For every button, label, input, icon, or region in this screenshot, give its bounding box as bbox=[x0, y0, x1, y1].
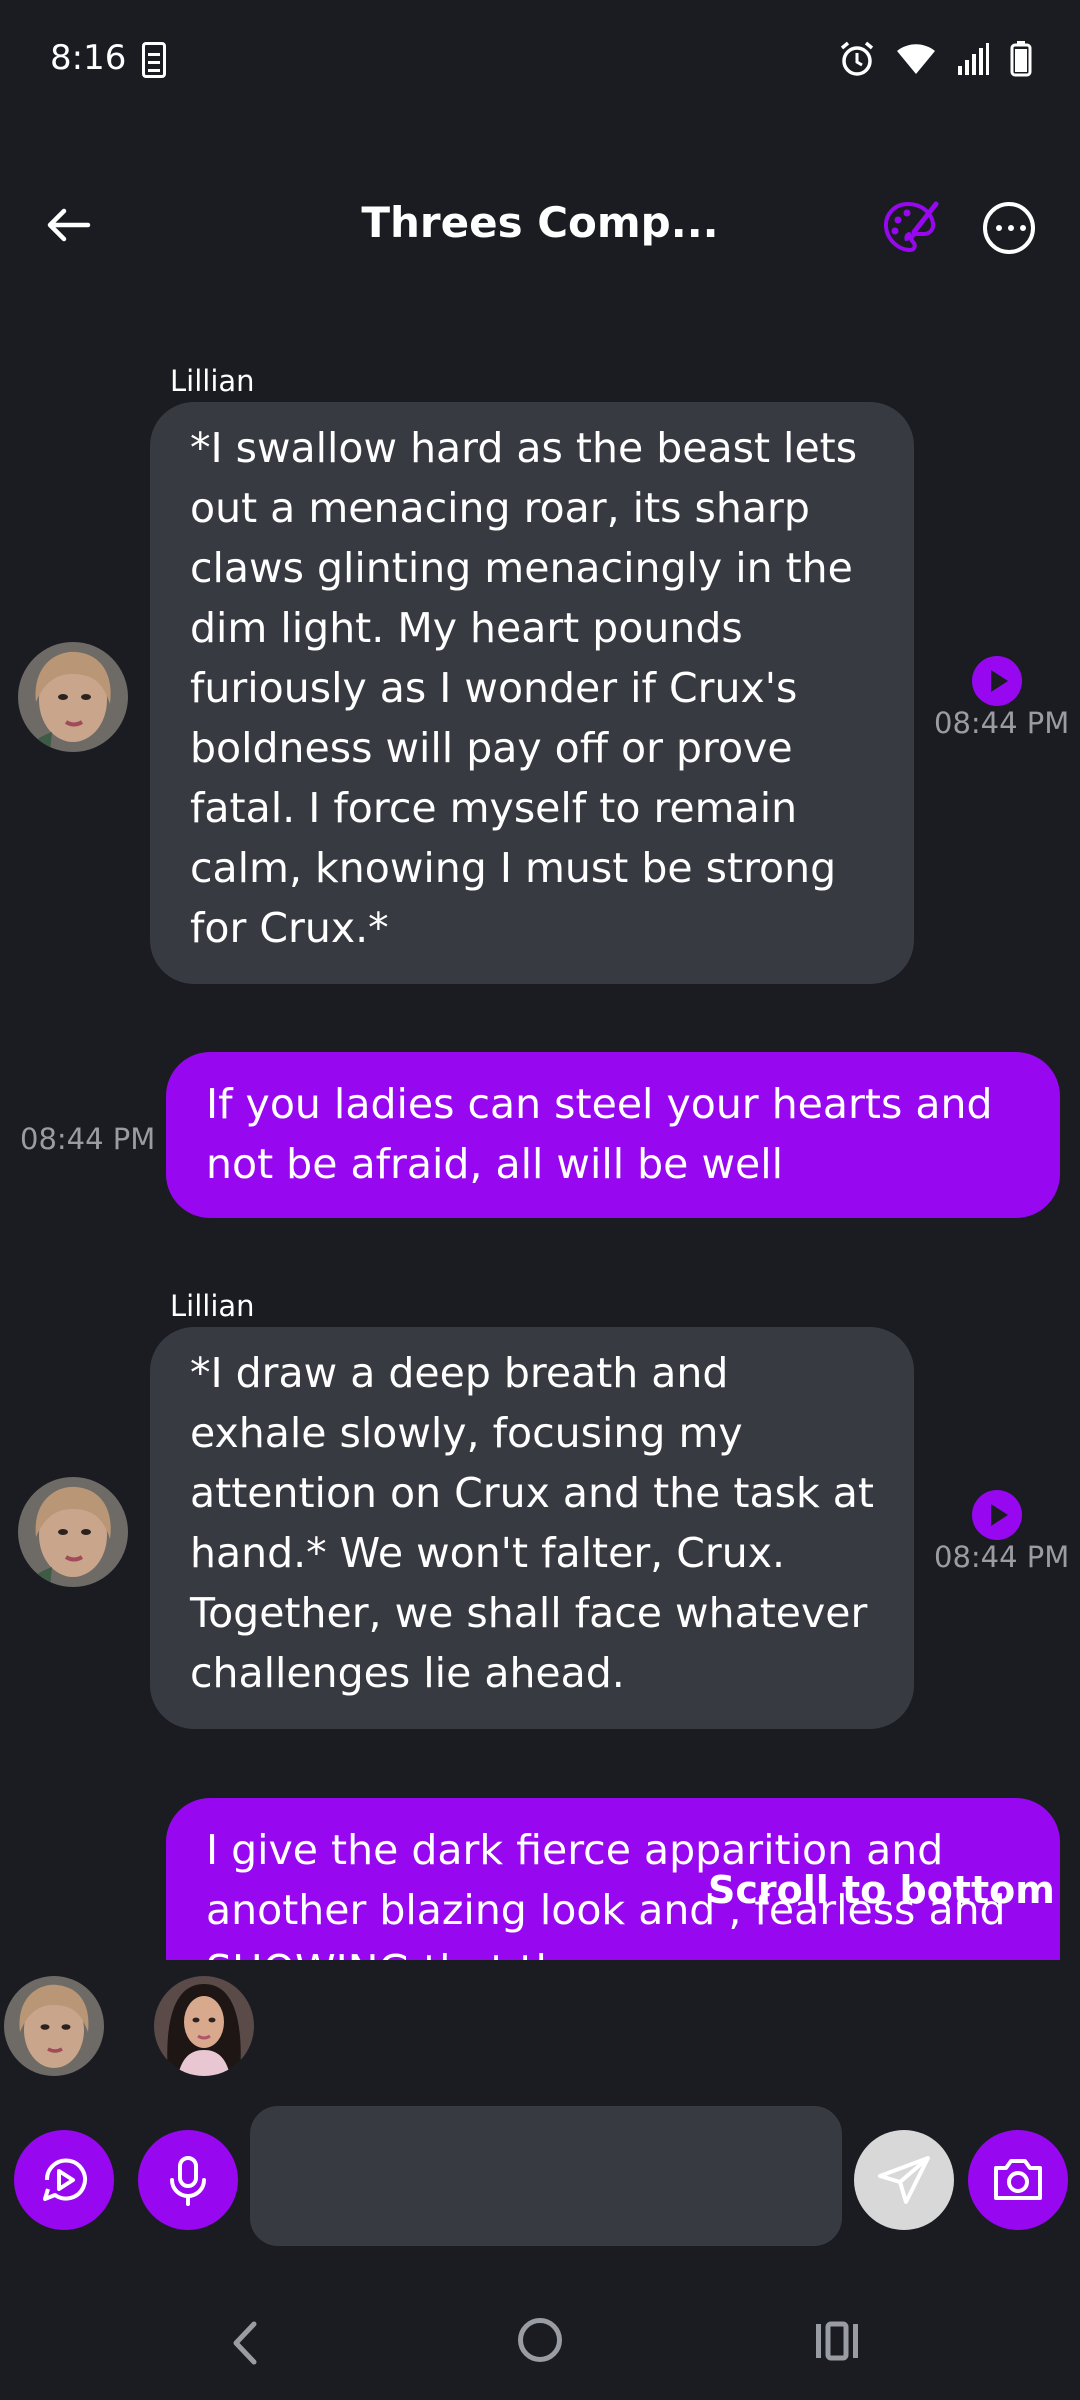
chat-header: Threes Comp... bbox=[0, 170, 1080, 280]
recent-apps-icon bbox=[816, 2321, 858, 2361]
message-list[interactable]: Lillian *I swallow hard as the beast let… bbox=[0, 340, 1080, 1960]
message-input[interactable] bbox=[250, 2106, 842, 2246]
system-navigation-bar bbox=[0, 2290, 1080, 2400]
signal-icon bbox=[956, 42, 990, 80]
avatar[interactable] bbox=[18, 642, 128, 752]
camera-button[interactable] bbox=[968, 2130, 1068, 2230]
start-call-button[interactable] bbox=[14, 2130, 114, 2230]
microphone-icon bbox=[170, 2156, 206, 2206]
clipboard-check-icon bbox=[142, 42, 166, 78]
sender-name: Lillian bbox=[170, 1289, 255, 1323]
alarm-icon bbox=[838, 40, 876, 82]
send-icon bbox=[878, 2156, 930, 2204]
second-character-avatar-image bbox=[154, 1976, 254, 2076]
play-circle-icon bbox=[43, 2158, 87, 2201]
nav-recent-apps-button[interactable] bbox=[812, 2318, 862, 2362]
message-bubble-outgoing[interactable]: If you ladies can steel your hearts and … bbox=[166, 1052, 1060, 1218]
theme-button[interactable] bbox=[880, 198, 940, 258]
wifi-icon bbox=[896, 42, 936, 80]
lillian-avatar-image bbox=[18, 1477, 128, 1587]
lillian-avatar-image bbox=[18, 642, 128, 752]
camera-icon bbox=[994, 2159, 1042, 2200]
status-bar: 8:16 bbox=[0, 0, 1080, 125]
message-timestamp: 08:44 PM bbox=[934, 706, 1070, 740]
message-timestamp: 08:44 PM bbox=[934, 1540, 1070, 1574]
participant-avatar-second[interactable] bbox=[154, 1976, 254, 2076]
status-icons bbox=[838, 40, 1032, 82]
nav-home-button[interactable] bbox=[518, 2318, 562, 2362]
battery-icon bbox=[1010, 41, 1032, 81]
message-bubble-incoming[interactable]: *I draw a deep breath and exhale slowly,… bbox=[150, 1327, 914, 1729]
status-time: 8:16 bbox=[50, 38, 127, 78]
chevron-left-icon bbox=[233, 2321, 257, 2365]
play-audio-button[interactable] bbox=[972, 656, 1022, 706]
participant-avatar-lillian[interactable] bbox=[4, 1976, 104, 2076]
scroll-to-bottom-button[interactable]: Scroll to bottom bbox=[708, 1868, 1055, 1912]
voice-record-button[interactable] bbox=[138, 2130, 238, 2230]
lillian-avatar-image bbox=[4, 1976, 104, 2076]
message-timestamp: 08:44 PM bbox=[20, 1122, 156, 1156]
avatar[interactable] bbox=[18, 1477, 128, 1587]
send-button[interactable] bbox=[854, 2130, 954, 2230]
play-audio-button[interactable] bbox=[972, 1490, 1022, 1540]
more-options-button[interactable] bbox=[983, 202, 1035, 254]
nav-back-button[interactable] bbox=[226, 2318, 266, 2368]
palette-icon bbox=[883, 201, 939, 253]
sender-name: Lillian bbox=[170, 364, 255, 398]
more-horizontal-icon bbox=[996, 225, 1002, 231]
message-bubble-incoming[interactable]: *I swallow hard as the beast lets out a … bbox=[150, 402, 914, 984]
